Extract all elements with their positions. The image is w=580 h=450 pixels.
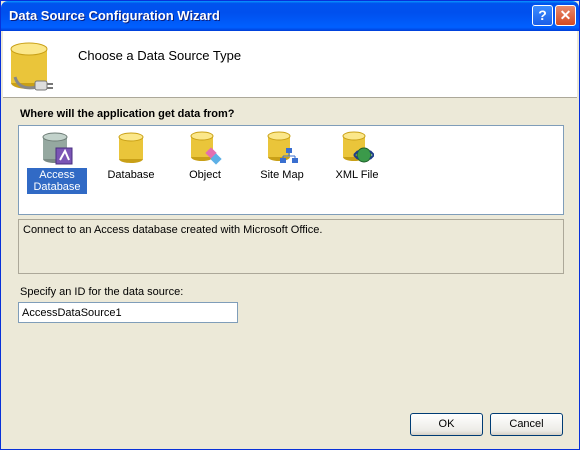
type-label: XML File — [335, 169, 379, 181]
type-object[interactable]: Object — [175, 130, 235, 182]
wizard-header: Choose a Data Source Type — [3, 31, 577, 98]
type-database[interactable]: Database — [101, 130, 161, 182]
data-source-id-input[interactable] — [18, 302, 238, 323]
type-access-database[interactable]: Access Database — [27, 130, 87, 194]
data-source-plug-icon — [10, 42, 53, 91]
database-icon — [118, 132, 144, 163]
data-source-type-list: Access Database Database Object Site Map… — [18, 125, 564, 215]
type-description: Connect to an Access database created wi… — [18, 219, 564, 274]
page-title: Choose a Data Source Type — [78, 48, 242, 63]
type-label: Access Database — [27, 168, 87, 194]
ok-button[interactable]: OK — [410, 413, 483, 436]
type-label: Site Map — [260, 169, 304, 181]
source-question: Where will the application get data from… — [20, 108, 235, 120]
window-title: Data Source Configuration Wizard — [9, 8, 220, 23]
type-label: Object — [189, 169, 221, 181]
type-xml-file[interactable]: XML File — [327, 130, 387, 182]
title-bar[interactable]: Data Source Configuration Wizard ? ✕ — [1, 1, 579, 31]
type-label: Database — [107, 169, 155, 181]
xml-file-icon — [342, 131, 374, 163]
close-button[interactable]: ✕ — [555, 5, 576, 26]
wizard-window: Data Source Configuration Wizard ? ✕ Cho… — [0, 0, 580, 450]
object-icon — [190, 131, 222, 165]
cancel-button[interactable]: Cancel — [490, 413, 563, 436]
access-database-icon — [42, 132, 73, 165]
data-source-id-label: Specify an ID for the data source: — [20, 286, 184, 298]
type-site-map[interactable]: Site Map — [252, 130, 312, 182]
help-button[interactable]: ? — [532, 5, 553, 26]
site-map-icon — [267, 131, 298, 163]
